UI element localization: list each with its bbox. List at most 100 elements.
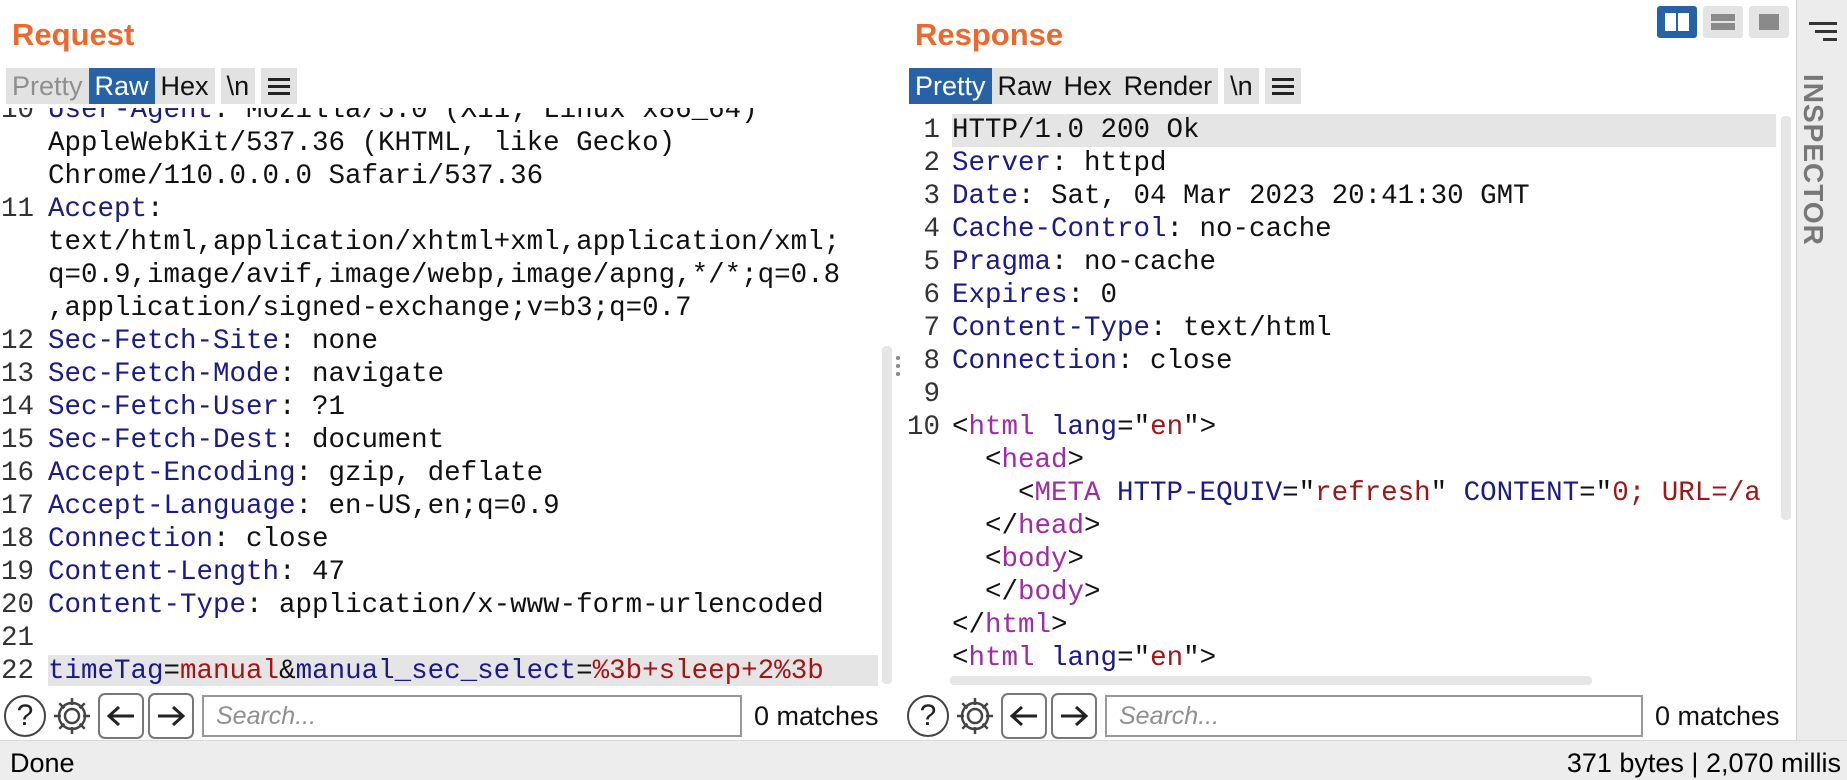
response-code-line: <body> — [906, 543, 1084, 576]
code-token: en — [1150, 412, 1184, 443]
layout-stacked-button[interactable] — [1703, 6, 1743, 38]
request-tab-raw[interactable]: Raw — [88, 68, 155, 104]
response-tab-hex[interactable]: Hex — [1057, 68, 1118, 104]
code-token: Cache-Control — [952, 214, 1167, 245]
response-code-line: <META HTTP-EQUIV="refresh" CONTENT="0; U… — [906, 477, 1761, 510]
line-content: Connection: close — [48, 523, 329, 556]
response-tab-pretty[interactable]: Pretty — [909, 68, 992, 104]
code-token: </ — [952, 577, 1019, 608]
gear-icon[interactable] — [50, 694, 94, 738]
code-token: 0; URL=/a — [1612, 478, 1761, 509]
code-token: : navigate — [279, 359, 445, 390]
response-code-line: 9 — [906, 378, 940, 411]
hamburger-icon — [1271, 77, 1294, 81]
code-token: Sec-Fetch-Mode — [48, 359, 280, 390]
code-token: =" — [1579, 478, 1613, 509]
request-code-line: 15 Sec-Fetch-Dest: document — [0, 424, 444, 457]
line-content: AppleWebKit/537.36 (KHTML, like Gecko) — [48, 127, 675, 160]
code-token: : — [147, 194, 164, 225]
code-token: < — [952, 445, 1002, 476]
code-token: text/html,application/xhtml+xml,applicat… — [48, 227, 841, 258]
line-content: Date: Sat, 04 Mar 2023 20:41:30 GMT — [952, 180, 1530, 213]
code-token: CONTENT — [1463, 478, 1580, 509]
response-title: Response — [915, 17, 1064, 52]
response-code-line: 10 <html lang="en"> — [906, 411, 1216, 444]
response-menu-button[interactable] — [1264, 68, 1301, 104]
line-content: <META HTTP-EQUIV="refresh" CONTENT="0; U… — [952, 477, 1761, 510]
line-content: Cache-Control: no-cache — [952, 213, 1332, 246]
response-code-line: 7 Content-Type: text/html — [906, 312, 1331, 345]
code-token: : Mozilla/5.0 (X11; Linux x86_64) — [213, 108, 758, 126]
line-number: 10 — [906, 412, 940, 443]
status-bar: Done 371 bytes | 2,070 millis — [0, 740, 1847, 780]
code-token: = — [576, 656, 593, 686]
inspector-label: INSPECTOR — [1798, 74, 1829, 246]
code-token: manual_sec_select — [295, 656, 577, 686]
request-code-line: Chrome/110.0.0.0 Safari/537.36 — [0, 160, 543, 193]
code-token: q=0.9,image/avif,image/webp,image/apng,*… — [48, 260, 841, 291]
gear-icon[interactable] — [953, 694, 997, 738]
code-token: en — [1150, 643, 1184, 672]
next-match-button[interactable] — [1051, 693, 1097, 739]
response-horizontal-scrollbar[interactable] — [950, 676, 1592, 685]
code-token: %3b+sleep+2%3b — [592, 656, 824, 686]
request-vertical-scrollbar[interactable] — [882, 346, 892, 684]
code-token: : application/x-www-form-urlencoded — [246, 590, 824, 621]
response-tab-newline[interactable]: \n — [1224, 68, 1259, 104]
line-content: Accept: — [48, 193, 164, 226]
response-stats: 371 bytes | 2,070 millis — [1566, 748, 1841, 778]
code-token: = — [163, 656, 181, 686]
request-code-line: ,application/signed-exchange;v=b3;q=0.7 — [0, 292, 692, 325]
request-code-line: 16 Accept-Encoding: gzip, deflate — [0, 457, 543, 490]
line-content: Pragma: no-cache — [952, 246, 1216, 279]
inspector-menu-icon[interactable] — [1809, 22, 1837, 41]
code-token: > — [1067, 445, 1085, 476]
response-code-line: </head> — [906, 510, 1101, 543]
code-token: Sec-Fetch-Dest — [48, 425, 280, 456]
layout-single-button[interactable] — [1749, 6, 1789, 38]
line-content: </html> — [952, 609, 1068, 642]
request-tab-newline[interactable]: \n — [220, 68, 256, 104]
inspector-sidebar[interactable]: INSPECTOR — [1796, 0, 1847, 740]
previous-match-button[interactable] — [1001, 693, 1047, 739]
code-token: =" — [1282, 478, 1316, 509]
request-editor[interactable]: 10 User-Agent: Mozilla/5.0 (X11; Linux x8… — [0, 108, 880, 686]
code-token: < — [952, 643, 969, 672]
request-code-line: 11 Accept: — [0, 193, 164, 226]
response-vertical-scrollbar[interactable] — [1781, 116, 1791, 520]
panel-divider-handle[interactable] — [896, 356, 900, 376]
response-search-input[interactable] — [1105, 695, 1643, 737]
layout-side-by-side-button[interactable] — [1657, 6, 1697, 38]
hamburger-icon — [268, 77, 291, 81]
line-number: 1 — [923, 115, 940, 146]
response-tab-raw[interactable]: Raw — [991, 68, 1058, 104]
request-match-count: 0 matches — [754, 700, 879, 731]
code-token: META — [1034, 478, 1101, 509]
request-code-line: AppleWebKit/537.36 (KHTML, like Gecko) — [0, 127, 675, 160]
response-code-line: <head> — [906, 444, 1084, 477]
line-number: 8 — [923, 346, 940, 377]
help-icon[interactable]: ? — [907, 695, 949, 737]
code-token: Accept-Encoding — [48, 458, 296, 489]
code-token: Date — [952, 181, 1019, 212]
line-content: <body> — [952, 543, 1084, 576]
next-match-button[interactable] — [148, 693, 194, 739]
request-search-input[interactable] — [202, 695, 742, 737]
response-editor[interactable]: 1 HTTP/1.0 200 Ok 2 Server: httpd 3 Date: Sat… — [906, 108, 1778, 672]
code-token: HTTP-EQUIV — [1117, 478, 1283, 509]
code-token: ,application/signed-exchange;v=b3;q=0.7 — [48, 293, 692, 324]
arrow-left-icon — [1009, 705, 1037, 727]
request-tab-pretty[interactable]: Pretty — [6, 68, 89, 104]
request-menu-button[interactable] — [261, 68, 298, 104]
line-number: 11 — [0, 194, 34, 225]
request-code-line: 21 — [0, 622, 34, 655]
response-tab-render[interactable]: Render — [1117, 68, 1219, 104]
code-token: Sec-Fetch-Site — [48, 326, 280, 357]
status-text: Done — [10, 748, 75, 778]
request-tab-hex[interactable]: Hex — [154, 68, 215, 104]
code-token: : gzip, deflate — [295, 458, 544, 489]
code-token: Connection — [952, 346, 1118, 377]
previous-match-button[interactable] — [98, 693, 144, 739]
help-icon[interactable]: ? — [4, 695, 46, 737]
